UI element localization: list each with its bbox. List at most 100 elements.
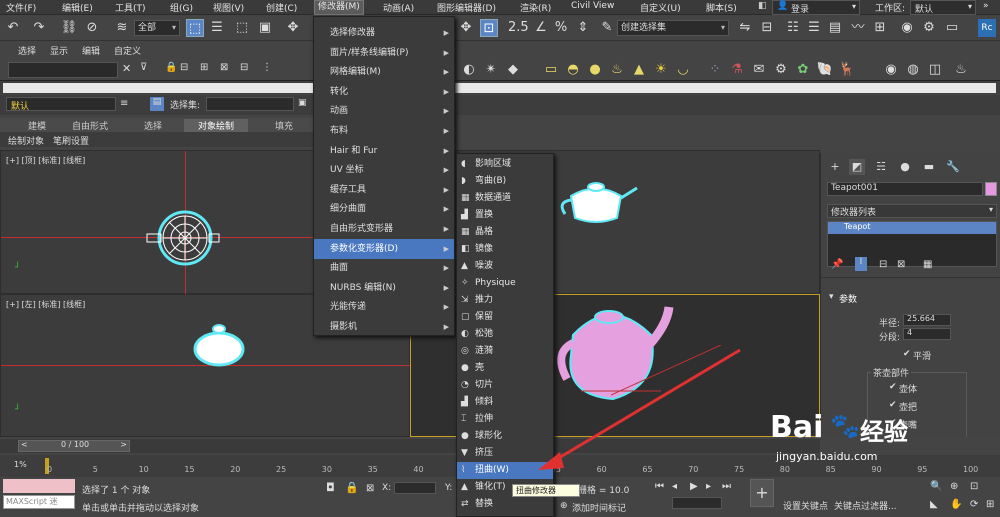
- sync-selection-icon[interactable]: ⊟: [180, 62, 188, 73]
- teapot-object-icon[interactable]: ♨: [608, 61, 626, 79]
- menu-rendering[interactable]: 渲染(R): [520, 1, 551, 14]
- envelope-icon[interactable]: ✉: [750, 61, 768, 79]
- menu-tools[interactable]: 工具(T): [115, 1, 146, 14]
- modify-tab-icon[interactable]: ◩: [849, 159, 865, 175]
- menu-scripting[interactable]: 脚本(S): [706, 1, 737, 14]
- select-manipulate-icon[interactable]: ✥: [457, 19, 475, 37]
- submenu-item[interactable]: ◗ 弯曲(B): [457, 173, 553, 190]
- create-lights-icon[interactable]: ✴: [482, 61, 500, 79]
- modifiers-menu-item[interactable]: 自由形式变形器 ▶: [314, 219, 454, 239]
- modifiers-menu-item[interactable]: 缓存工具 ▶: [314, 180, 454, 200]
- tab-selection[interactable]: 选择: [144, 119, 162, 132]
- spinner-snap-icon[interactable]: ⇕: [574, 19, 592, 37]
- layer-list-icon[interactable]: ≡: [120, 98, 128, 109]
- deer-icon[interactable]: 🦌: [838, 61, 856, 79]
- cone-object-icon[interactable]: ▲: [630, 61, 648, 79]
- maxscript-listener-top[interactable]: [3, 479, 75, 493]
- render-frame-icon[interactable]: ◫: [926, 61, 944, 79]
- zoom-icon[interactable]: 🔍: [930, 481, 942, 492]
- gear-icon[interactable]: ⚙: [772, 61, 790, 79]
- keyboard-shortcut-toggle-icon[interactable]: ⊡: [480, 19, 498, 37]
- login-dropdown[interactable]: 👤 登录 ▾: [772, 0, 860, 15]
- layer-manager-icon[interactable]: ▤: [150, 97, 164, 111]
- render-setup-icon[interactable]: ⚙: [920, 19, 938, 37]
- edit-named-sets-icon[interactable]: ✎: [598, 19, 616, 37]
- add-time-tag-label[interactable]: 添加时间标记: [572, 501, 626, 514]
- submenu-item[interactable]: ◧ 镜像: [457, 241, 553, 258]
- submenu-item[interactable]: ▢ 保留: [457, 309, 553, 326]
- menu-more-icon[interactable]: »: [983, 1, 989, 11]
- tab-modeling[interactable]: 建模: [28, 119, 46, 132]
- submenu-item[interactable]: ◖ 影响区域: [457, 156, 553, 173]
- unlink-icon[interactable]: ⊘: [83, 19, 101, 37]
- hierarchy-tab-icon[interactable]: ☵: [873, 159, 889, 175]
- submenu-item[interactable]: ▦ 晶格: [457, 224, 553, 241]
- help-icon[interactable]: ◧: [758, 1, 767, 11]
- make-unique-icon[interactable]: ⊟: [879, 259, 887, 270]
- box-object-icon[interactable]: ▭: [542, 61, 560, 79]
- modifiers-menu-item[interactable]: 曲面 ▶: [314, 258, 454, 278]
- submenu-item[interactable]: ⇲ 推力: [457, 292, 553, 309]
- align-icon[interactable]: ⊟: [758, 19, 776, 37]
- submenu-item[interactable]: ✧ Physique: [457, 275, 553, 292]
- stack-item-teapot[interactable]: Teapot: [828, 222, 996, 234]
- menu-modifiers[interactable]: 修改器(M): [314, 0, 364, 15]
- tab-object-paint[interactable]: 对象绘制: [184, 119, 249, 132]
- radius-field[interactable]: 25.664: [903, 314, 951, 326]
- menu-civil-view[interactable]: Civil View: [571, 1, 614, 11]
- selection-lock-icon[interactable]: 🔒: [345, 481, 359, 494]
- layer-dropdown[interactable]: 默认: [6, 97, 116, 112]
- modifiers-menu-item[interactable]: 转化 ▶: [314, 82, 454, 102]
- mirror-icon[interactable]: ⇋: [736, 19, 754, 37]
- field-of-view-icon[interactable]: ◣: [930, 499, 938, 510]
- set-key-big-button[interactable]: +: [750, 479, 774, 507]
- object-name-field[interactable]: Teapot001: [827, 182, 983, 196]
- render-production-icon[interactable]: Rc: [978, 19, 996, 37]
- show-end-result-icon[interactable]: I: [855, 257, 867, 271]
- modifiers-menu-item[interactable]: 布料 ▶: [314, 121, 454, 141]
- viewport-top-label[interactable]: [+] [顶] [标准] [线框]: [6, 155, 85, 166]
- named-selection-set-dropdown[interactable]: 创建选择集: [617, 20, 729, 36]
- teapot-render-icon[interactable]: ♨: [952, 61, 970, 79]
- redo-icon[interactable]: ↷: [30, 19, 48, 37]
- modifiers-menu-item[interactable]: 光能传递 ▶: [314, 297, 454, 317]
- explorer-customize-menu[interactable]: 自定义: [114, 44, 141, 57]
- modifiers-menu-item[interactable]: 参数化变形器(D) ▶: [314, 238, 454, 259]
- explorer-display-menu[interactable]: 显示: [50, 44, 68, 57]
- brush-settings-button[interactable]: 笔刷设置: [53, 134, 89, 147]
- maximize-viewport-icon[interactable]: ⊞: [986, 499, 994, 510]
- hemisphere-object-icon[interactable]: ◓: [564, 61, 582, 79]
- hair-icon[interactable]: ✿: [794, 61, 812, 79]
- set-key-label[interactable]: 设置关键点: [783, 499, 828, 512]
- zoom-all-icon[interactable]: ⊕: [950, 481, 958, 492]
- tab-freeform[interactable]: 自由形式: [72, 119, 108, 132]
- display-dependents-icon[interactable]: ⊟: [240, 62, 248, 73]
- bowl-object-icon[interactable]: ◡: [674, 61, 692, 79]
- modifiers-menu-item[interactable]: 摄影机 ▶: [314, 317, 454, 337]
- window-crossing-icon[interactable]: ▣: [256, 19, 274, 37]
- teapot-top-wireframe[interactable]: [141, 206, 221, 270]
- clear-search-icon[interactable]: ✕: [122, 62, 131, 75]
- remove-modifier-icon[interactable]: ⊠: [897, 259, 905, 270]
- submenu-item[interactable]: ▦ 数据通道: [457, 190, 553, 207]
- display-influences-icon[interactable]: ⊠: [220, 62, 228, 73]
- menu-views[interactable]: 视图(V): [213, 1, 244, 14]
- segments-field[interactable]: 4: [903, 328, 951, 340]
- maxscript-listener[interactable]: MAXScript 迷: [3, 495, 75, 509]
- handle-checkbox[interactable]: ✔: [889, 400, 897, 410]
- curve-editor-icon[interactable]: 〰: [849, 19, 867, 37]
- modifiers-menu-item[interactable]: 网格编辑(M) ▶: [314, 62, 454, 82]
- tab-populate[interactable]: 填充: [275, 119, 293, 132]
- shell-icon[interactable]: 🐚: [816, 61, 834, 79]
- configure-sets-icon[interactable]: ▦: [923, 259, 932, 270]
- schematic-view-icon[interactable]: ⊞: [871, 19, 889, 37]
- menu-customize[interactable]: 自定义(U): [640, 1, 681, 14]
- link-icon[interactable]: ⛓: [60, 19, 78, 37]
- absolute-mode-icon[interactable]: ⊠: [366, 483, 374, 494]
- current-frame-field[interactable]: [672, 497, 722, 509]
- modifiers-menu-item[interactable]: UV 坐标 ▶: [314, 160, 454, 180]
- menu-file[interactable]: 文件(F): [6, 1, 36, 14]
- explorer-search-input[interactable]: [8, 62, 118, 78]
- workspace-dropdown[interactable]: 默认 ▾: [910, 0, 976, 15]
- create-cameras-icon[interactable]: ◆: [504, 61, 522, 79]
